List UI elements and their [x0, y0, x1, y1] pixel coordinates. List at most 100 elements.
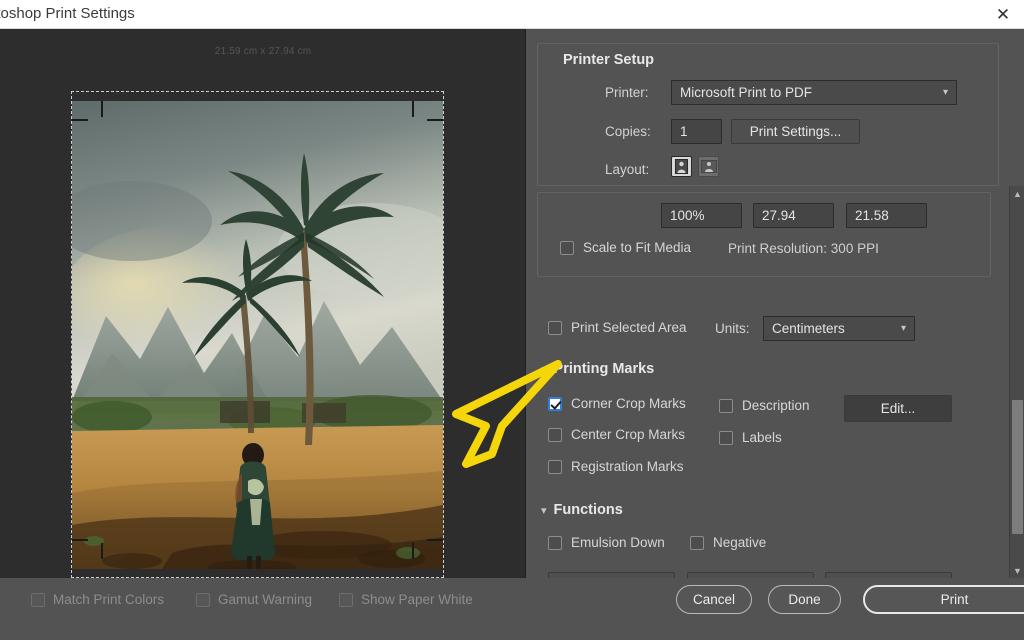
chevron-down-icon: ▾	[942, 87, 948, 98]
dialog-footer: Match Print Colors Gamut Warning Show Pa…	[0, 578, 1024, 640]
print-button[interactable]: Print	[863, 585, 1024, 614]
height-value: 27.94	[762, 208, 796, 223]
scale-to-fit-media-label: Scale to Fit Media	[583, 240, 692, 255]
print-settings-button-label: Print Settings...	[749, 124, 842, 139]
show-paper-white-label: Show Paper White	[361, 592, 473, 607]
functions-header[interactable]: ▾ Functions	[541, 502, 623, 518]
match-print-colors-checkbox[interactable]	[31, 592, 45, 607]
printing-marks-title: Printing Marks	[553, 361, 655, 377]
layout-label: Layout:	[605, 162, 650, 177]
corner-crop-marks-checkbox[interactable]	[548, 396, 562, 411]
center-crop-marks-checkbox[interactable]	[548, 427, 562, 442]
show-paper-white-checkbox[interactable]	[339, 592, 353, 607]
crop-mark-bottom-right-horizontal	[427, 539, 443, 541]
width-value: 21.58	[855, 208, 889, 223]
negative-checkbox[interactable]	[690, 535, 704, 550]
crop-mark-bottom-left-horizontal	[72, 539, 88, 541]
cancel-button[interactable]: Cancel	[676, 585, 752, 614]
center-crop-marks-row[interactable]: Center Crop Marks	[548, 427, 685, 442]
gamut-warning-row[interactable]: Gamut Warning	[196, 592, 312, 607]
chevron-up-icon[interactable]: ▲	[1010, 186, 1024, 201]
chevron-down-icon[interactable]: ▼	[1010, 563, 1024, 578]
match-print-colors-label: Match Print Colors	[53, 592, 165, 607]
crop-mark-bottom-left-vertical	[101, 543, 103, 559]
titlebar: otoshop Print Settings ✕	[0, 0, 1024, 29]
printer-select[interactable]: Microsoft Print to PDF ▾	[671, 80, 957, 105]
corner-crop-marks-row[interactable]: Corner Crop Marks	[548, 396, 686, 411]
preview-image	[72, 101, 443, 569]
corner-crop-marks-label: Corner Crop Marks	[571, 396, 686, 411]
negative-row[interactable]: Negative	[690, 535, 766, 550]
height-input[interactable]: 27.94	[753, 203, 834, 228]
printer-select-value: Microsoft Print to PDF	[680, 85, 813, 100]
print-settings-dialog: otoshop Print Settings ✕ 21.59 cm x 27.9…	[0, 0, 1024, 640]
print-settings-button[interactable]: Print Settings...	[731, 119, 860, 144]
description-row[interactable]: Description	[719, 398, 810, 413]
units-select[interactable]: Centimeters ▾	[763, 316, 915, 341]
paper-preview[interactable]	[71, 91, 444, 578]
settings-scrollbar[interactable]: ▲ ▼	[1009, 186, 1024, 578]
edit-button-label: Edit...	[880, 401, 916, 416]
crop-mark-top-right-vertical	[412, 101, 414, 117]
match-print-colors-row[interactable]: Match Print Colors	[31, 592, 164, 607]
printer-label: Printer:	[605, 85, 649, 100]
layout-portrait-icon[interactable]	[671, 156, 692, 177]
width-input[interactable]: 21.58	[846, 203, 927, 228]
labels-row[interactable]: Labels	[719, 430, 782, 445]
negative-label: Negative	[713, 535, 767, 550]
copies-value: 1	[680, 124, 688, 139]
scale-input[interactable]: 100%	[661, 203, 742, 228]
print-selected-area-label: Print Selected Area	[571, 320, 687, 335]
crop-mark-top-right-horizontal	[427, 119, 443, 121]
copies-input[interactable]: 1	[671, 119, 722, 144]
functions-title: Functions	[553, 502, 623, 518]
cancel-button-label: Cancel	[692, 592, 736, 607]
sheet-dimensions-label: 21.59 cm x 27.94 cm	[214, 46, 312, 57]
chevron-down-icon: ▾	[900, 323, 906, 334]
emulsion-down-label: Emulsion Down	[571, 535, 665, 550]
print-selected-area-checkbox[interactable]	[548, 320, 562, 335]
units-label: Units:	[715, 321, 750, 336]
scale-to-fit-media-row[interactable]: Scale to Fit Media	[560, 240, 691, 255]
landscape-glyph	[700, 160, 717, 173]
chevron-down-icon[interactable]: ▾	[541, 504, 547, 517]
print-selected-area-row[interactable]: Print Selected Area	[548, 320, 687, 335]
crop-mark-top-left-vertical	[101, 101, 103, 117]
print-preview-pane[interactable]: 21.59 cm x 27.94 cm	[0, 29, 526, 578]
registration-marks-row[interactable]: Registration Marks	[548, 459, 684, 474]
labels-label: Labels	[742, 430, 782, 445]
emulsion-down-row[interactable]: Emulsion Down	[548, 535, 665, 550]
position-size-group: 100% 27.94 21.58 Scale to Fit Media Prin…	[537, 192, 991, 277]
chevron-down-icon[interactable]: ▾	[541, 363, 547, 376]
scrollbar-thumb[interactable]	[1012, 400, 1023, 534]
window-title: otoshop Print Settings	[0, 5, 135, 22]
done-button[interactable]: Done	[768, 585, 841, 614]
scale-value: 100%	[670, 208, 705, 223]
close-icon[interactable]: ✕	[980, 0, 1024, 28]
printer-setup-title: Printer Setup	[563, 52, 655, 68]
center-crop-marks-label: Center Crop Marks	[571, 427, 686, 442]
emulsion-down-checkbox[interactable]	[548, 535, 562, 550]
gamut-warning-checkbox[interactable]	[196, 592, 210, 607]
edit-button[interactable]: Edit...	[844, 395, 952, 422]
portrait-glyph	[675, 159, 688, 174]
description-label: Description	[742, 398, 810, 413]
print-resolution-label: Print Resolution: 300 PPI	[728, 241, 879, 256]
print-button-label: Print	[940, 592, 969, 607]
crop-mark-top-left-horizontal	[72, 119, 88, 121]
printer-setup-group: Printer Setup Printer: Microsoft Print t…	[537, 43, 999, 186]
crop-mark-bottom-right-vertical	[412, 543, 414, 559]
done-button-label: Done	[788, 592, 821, 607]
copies-label: Copies:	[605, 124, 651, 139]
layout-landscape-icon[interactable]	[698, 156, 719, 177]
settings-panel: Printer Setup Printer: Microsoft Print t…	[527, 29, 1024, 599]
scale-to-fit-media-checkbox[interactable]	[560, 240, 574, 255]
units-select-value: Centimeters	[772, 321, 845, 336]
registration-marks-checkbox[interactable]	[548, 459, 562, 474]
gamut-warning-label: Gamut Warning	[218, 592, 313, 607]
description-checkbox[interactable]	[719, 398, 733, 413]
show-paper-white-row[interactable]: Show Paper White	[339, 592, 473, 607]
registration-marks-label: Registration Marks	[571, 459, 684, 474]
printing-marks-header[interactable]: ▾ Printing Marks	[541, 361, 654, 377]
labels-checkbox[interactable]	[719, 430, 733, 445]
